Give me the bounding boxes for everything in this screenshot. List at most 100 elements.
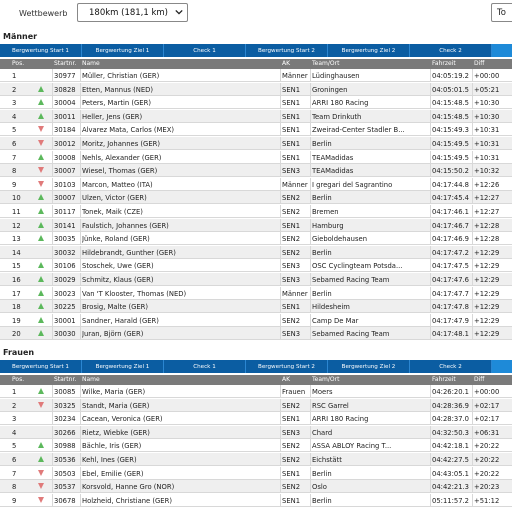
- column-header-name[interactable]: Name: [82, 376, 278, 383]
- tab-checkpoint[interactable]: Check 2: [410, 44, 492, 57]
- column-header-time[interactable]: Fahrzeit: [432, 376, 472, 383]
- cell-startnr: 30001: [54, 316, 76, 325]
- table-row[interactable]: 12 30141 Faulstich, Johannes (GER) SEN1 Hamb…: [0, 218, 512, 232]
- trend-up-icon: [38, 194, 50, 202]
- column-header-startnr[interactable]: Startnr.: [54, 60, 82, 67]
- table-header: Pos. Startnr. Name AK Team/Ort Fahrzeit Diff: [0, 59, 512, 69]
- table-row[interactable]: 5 30184 Alvarez Mata, Carlos (MEX) SEN1 Zwei…: [0, 123, 512, 137]
- table-row[interactable]: 7 30503 Ebel, Emilie (GER) SEN1 Berlin 04:43:…: [0, 466, 512, 480]
- tab-checkpoint[interactable]: Bergwertung Start 2: [246, 44, 328, 57]
- second-filter-button[interactable]: To: [491, 3, 512, 22]
- cell-team: Berlin: [312, 289, 332, 298]
- column-divider: [472, 232, 473, 245]
- column-divider: [310, 218, 311, 231]
- cell-team: Chard: [312, 428, 333, 437]
- table-row[interactable]: 9 30103 Marcon, Matteo (ITA) Männer I gregar…: [0, 177, 512, 191]
- cell-startnr: 30012: [54, 140, 76, 148]
- tab-checkpoint[interactable]: Bergwertung Ziel 2: [328, 44, 410, 57]
- column-header-pos[interactable]: Pos.: [12, 60, 42, 67]
- trend-down-icon: [38, 469, 50, 478]
- table-row[interactable]: 11 30117 Tonek, Maik (CZE) SEN2 Bremen 04:17:…: [0, 205, 512, 218]
- cell-name: Marcon, Matteo (ITA): [82, 180, 153, 189]
- cell-diff: +00:00: [474, 388, 500, 396]
- table-row[interactable]: 3 30234 Cacean, Veronica (GER) SEN1 ARRI 180…: [0, 412, 512, 426]
- table-row[interactable]: 6 30536 Kehl, Ines (GER) SEN2 Eichstätt 04:42…: [0, 453, 512, 466]
- table-row[interactable]: 13 30035 Jünke, Roland (GER) SEN2 Gieboldeha…: [0, 232, 512, 246]
- tab-checkpoint[interactable]: Check 1: [164, 44, 246, 57]
- cell-ak: SEN2: [282, 208, 301, 216]
- column-divider: [280, 109, 281, 122]
- column-header-team[interactable]: Team/Ort: [312, 60, 430, 67]
- table-row[interactable]: 8 30007 Wiesel, Thomas (GER) SEN3 TEAMadidas…: [0, 164, 512, 178]
- table-row[interactable]: 14 30032 Hildebrandt, Gunther (GER) SEN2 Ber…: [0, 245, 512, 259]
- table-row[interactable]: 1 30085 Wilke, Maria (GER) Frauen Moers 04:26…: [0, 385, 512, 398]
- table-row[interactable]: 4 30266 Rietz, Wiebke (GER) SEN3 Chard 04:32:…: [0, 425, 512, 439]
- cell-team: Bremen: [312, 208, 339, 216]
- column-divider: [280, 205, 281, 217]
- cell-team: Lüdinghausen: [312, 72, 360, 80]
- table-row[interactable]: 4 30011 Heller, Jens (GER) SEN1 Team Drinkut…: [0, 109, 512, 123]
- column-divider: [310, 205, 311, 217]
- tab-checkpoint[interactable]: Bergwertung Ziel 2: [328, 360, 410, 373]
- arrow-up-icon: [38, 442, 44, 449]
- table-row[interactable]: 2 30325 Standt, Maria (GER) SEN2 RSC Garrel 0…: [0, 398, 512, 412]
- cell-name: Standt, Maria (GER): [82, 401, 150, 410]
- table-row[interactable]: 16 30029 Schmitz, Klaus (GER) SEN3 Sebamed R…: [0, 273, 512, 286]
- table-row[interactable]: 18 30225 Brosig, Malte (GER) SEN1 Hildesheim…: [0, 300, 512, 314]
- column-divider: [472, 300, 473, 313]
- tab-checkpoint[interactable]: Bergwertung Ziel 1: [82, 360, 164, 373]
- column-divider: [472, 245, 473, 258]
- cell-diff: +06:31: [474, 428, 500, 437]
- arrow-up-icon: [38, 388, 44, 394]
- competition-select[interactable]: 180km (181,1 km): [77, 3, 188, 22]
- table-row[interactable]: 9 30678 Holzheid, Christiane (GER) SEN1 Berl…: [0, 493, 512, 507]
- tab-checkpoint[interactable]: Bergwertung Start 1: [0, 44, 82, 57]
- table-row[interactable]: 5 30988 Bächle, Iris (GER) SEN2 ASSA ABLOY R…: [0, 439, 512, 453]
- arrow-up-icon: [38, 289, 44, 296]
- tab-checkpoint[interactable]: Bergwertung Start 2: [246, 360, 328, 373]
- column-header-diff[interactable]: Diff: [474, 376, 510, 383]
- table-row[interactable]: 17 30023 Van 'T Klooster, Thomas (NED) Männ…: [0, 286, 512, 300]
- column-divider: [52, 412, 53, 425]
- table-row[interactable]: 7 30008 Nehls, Alexander (GER) SEN1 TEAMadid…: [0, 150, 512, 164]
- cell-ak: SEN1: [282, 415, 301, 424]
- column-header-team[interactable]: Team/Ort: [312, 376, 430, 383]
- table-row[interactable]: 20 30030 Juran, Björn (GER) SEN3 Sebamed Rac…: [0, 327, 512, 341]
- table-row[interactable]: 6 30012 Moritz, Johannes (GER) SEN1 Berlin 04…: [0, 137, 512, 150]
- tab-checkpoint[interactable]: Bergwertung Start 1: [0, 360, 82, 373]
- column-header-pos[interactable]: Pos.: [12, 376, 42, 383]
- cell-time: 04:17:47.8: [432, 303, 470, 312]
- column-header-ak[interactable]: AK: [282, 376, 310, 383]
- arrow-up-icon: [38, 330, 44, 337]
- cell-diff: +20:22: [474, 469, 500, 478]
- column-divider: [430, 453, 431, 465]
- column-divider: [280, 439, 281, 452]
- second-filter-label: To: [497, 8, 506, 18]
- cell-name: Heller, Jens (GER): [82, 112, 143, 121]
- column-divider: [430, 164, 431, 177]
- table-row[interactable]: 19 30001 Sandner, Harald (GER) SEN2 Camp De …: [0, 313, 512, 327]
- table-row[interactable]: 8 30537 Korsvold, Hanne Gro (NOR) SEN2 Oslo 0…: [0, 480, 512, 494]
- tab-checkpoint[interactable]: Check 2: [410, 360, 492, 373]
- column-divider: [52, 109, 53, 122]
- column-header-diff[interactable]: Diff: [474, 60, 510, 67]
- table-row[interactable]: 1 30977 Müller, Christian (GER) Männer Lüdin…: [0, 69, 512, 82]
- cell-name: Ebel, Emilie (GER): [82, 469, 144, 478]
- column-header-startnr[interactable]: Startnr.: [54, 376, 82, 383]
- table-row[interactable]: 2 30828 Etten, Mannus (NED) SEN1 Groningen 04…: [0, 82, 512, 96]
- column-divider: [280, 164, 281, 177]
- column-header-name[interactable]: Name: [82, 60, 278, 67]
- cell-diff: +12:27: [474, 194, 500, 203]
- cell-name: Holzheid, Christiane (GER): [82, 496, 172, 505]
- tab-checkpoint[interactable]: Bergwertung Ziel 1: [82, 44, 164, 57]
- table-row[interactable]: 3 30004 Peters, Martin (GER) SEN1 ARRI 180 R…: [0, 96, 512, 110]
- column-divider: [430, 398, 431, 411]
- table-row[interactable]: 10 30007 Ulzen, Victor (GER) SEN2 Berlin 04:1…: [0, 191, 512, 205]
- table-row[interactable]: 15 30106 Stoschek, Uwe (GER) SEN3 OSC Cyclin…: [0, 259, 512, 273]
- tab-checkpoint[interactable]: Check 1: [164, 360, 246, 373]
- trend-up-icon: [38, 316, 50, 325]
- cell-time: 04:15:50.2: [432, 167, 470, 176]
- column-header-ak[interactable]: AK: [282, 60, 310, 67]
- cell-name: Korsvold, Hanne Gro (NOR): [82, 483, 175, 492]
- column-header-time[interactable]: Fahrzeit: [432, 60, 472, 67]
